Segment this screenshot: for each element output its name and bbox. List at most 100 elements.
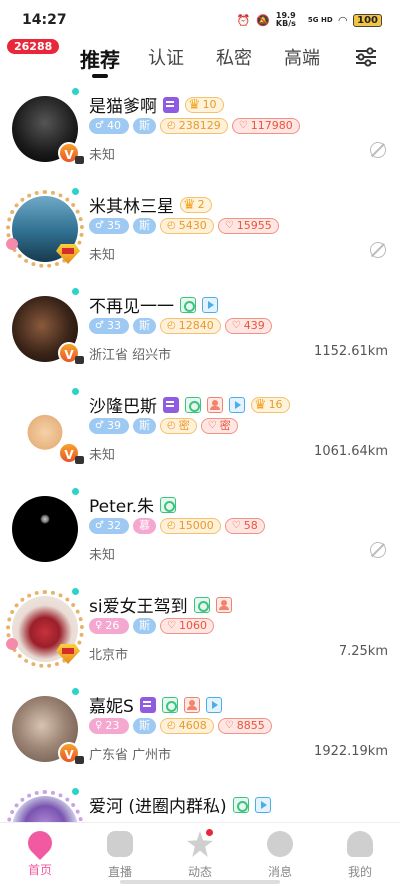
user-row[interactable]: Peter.朱 ♂ 32 慕 ◴ 15000 ♡ 58 未知 (0, 488, 400, 588)
sign-tag: 斯 (133, 618, 156, 634)
user-location: 浙江省 绍兴市 (89, 348, 172, 363)
user-location: 未知 (89, 448, 116, 463)
user-location: 北京市 (89, 648, 129, 663)
crown-level-badge: ♛ 10 (185, 96, 224, 113)
verified-face-icon (180, 296, 196, 313)
id-card-icon (163, 96, 179, 113)
sign-tag: 斯 (133, 218, 156, 234)
sign-tag: 斯 (133, 718, 156, 734)
avatar[interactable]: V (10, 394, 84, 464)
nav-home[interactable]: 首页 (5, 826, 75, 878)
avatar[interactable] (4, 590, 84, 668)
user-name: 爱河 (进圈内群私) (89, 797, 227, 817)
user-row[interactable]: 米其林三星 ♛ 2 ♂ 35 斯 ◴ 5430 ♡ 15955 未知 (0, 188, 400, 288)
male-icon: ♂ (95, 320, 104, 331)
online-dot-icon (72, 788, 79, 795)
charm-tag: ♡ 58 (224, 518, 265, 534)
user-distance: 7.25km (338, 644, 388, 659)
coin-icon: ◴ (167, 520, 176, 531)
crown-level-badge: ♛ 2 (180, 196, 212, 213)
alarm-icon: ⏰ (236, 13, 251, 27)
sign-tag: 斯 (133, 418, 156, 434)
user-name: Peter.朱 (89, 497, 155, 517)
status-icons: ⏰ 🔕 19.9 KB/s 5G HD ◠ 100 (237, 12, 382, 28)
notification-dot-icon (206, 829, 213, 836)
tab-premium[interactable]: 高端 (284, 44, 352, 73)
wealth-tag: ◴ 5430 (160, 218, 214, 234)
online-dot-icon (72, 88, 79, 95)
filter-sliders-icon[interactable] (354, 46, 378, 68)
person-icon (347, 831, 373, 857)
crown-icon: ♛ (183, 196, 196, 213)
flower-decoration-icon (4, 632, 20, 656)
sign-tag: 慕 (133, 518, 156, 534)
charm-tag: ♡ 1060 (160, 618, 214, 634)
location-hidden-icon (370, 142, 386, 158)
id-card-icon (139, 696, 156, 713)
vip-badge-icon: V (58, 442, 84, 464)
gesture-bar (120, 880, 280, 884)
age-tag: ♀ 26 (89, 618, 129, 634)
avatar[interactable] (4, 190, 84, 268)
user-row[interactable]: V 是猫爹啊 ♛ 10 ♂ 40 斯 ◴ 238129 ♡ 117980 未知 (0, 88, 400, 188)
wealth-tag: ◴ 15000 (160, 518, 221, 534)
coin-icon: ◴ (167, 420, 176, 431)
battery-indicator: 100 (353, 13, 382, 27)
tab-verified[interactable]: 认证 (148, 44, 216, 73)
user-distance: 1922.19km (314, 744, 388, 759)
coin-icon: ◴ (167, 220, 176, 231)
status-bar: 14:27 ⏰ 🔕 19.9 KB/s 5G HD ◠ 100 (0, 0, 400, 40)
sign-tag: 斯 (133, 118, 156, 134)
heart-icon: ♡ (224, 720, 234, 731)
avatar[interactable]: V (10, 694, 84, 764)
user-distance: 1061.64km (314, 444, 388, 459)
avatar[interactable] (10, 494, 80, 564)
age-tag: ♂ 40 (89, 118, 129, 134)
user-row[interactable]: V 沙隆巴斯 ♛ 16 ♂ 39 斯 ◴ 密 ♡ 密 未知 1061.64km (0, 388, 400, 488)
online-dot-icon (72, 188, 79, 195)
female-icon: ♀ (95, 620, 103, 631)
user-row[interactable]: V 嘉妮S ♀ 23 斯 ◴ 4608 ♡ 8855 广东省 广州市 1922.19k… (0, 688, 400, 788)
user-row[interactable]: si爱女王驾到 ♀ 26 斯 ♡ 1060 北京市 7.25km (0, 588, 400, 688)
tab-bar: 推荐 认证 私密 高端 (80, 44, 352, 78)
avatar[interactable]: V (10, 294, 84, 364)
crown-icon: ♛ (254, 396, 267, 413)
heart-icon: ♡ (231, 320, 241, 331)
person-verified-icon (207, 396, 223, 413)
unread-badge[interactable]: 26288 (6, 38, 61, 55)
nav-profile[interactable]: 我的 (325, 831, 395, 880)
online-dot-icon (72, 588, 79, 595)
online-dot-icon (72, 388, 79, 395)
bottom-nav: 首页 直播 动态 消息 我的 (0, 822, 400, 889)
net-speed: 19.9 KB/s (275, 11, 296, 28)
vip-badge-icon: V (58, 742, 84, 764)
nav-live[interactable]: 直播 (85, 831, 155, 880)
nav-messages[interactable]: 消息 (245, 831, 315, 880)
vip-badge-icon: V (58, 342, 84, 364)
tab-recommend[interactable]: 推荐 (80, 44, 148, 78)
nav-label: 消息 (267, 865, 292, 879)
user-location: 未知 (89, 148, 116, 163)
avatar[interactable]: V (10, 94, 84, 164)
user-name: 不再见一一 (89, 297, 174, 317)
nav-moments[interactable]: 动态 (165, 829, 235, 880)
age-tag: ♂ 35 (89, 218, 129, 234)
wealth-tag: ◴ 密 (160, 418, 197, 434)
male-icon: ♂ (95, 220, 104, 231)
male-icon: ♂ (95, 520, 104, 531)
verified-face-icon (160, 496, 177, 513)
user-location: 广东省 广州市 (89, 748, 172, 763)
age-tag: ♂ 39 (89, 418, 129, 434)
user-name: 嘉妮S (89, 697, 134, 717)
person-verified-icon (215, 596, 232, 613)
heart-icon: ♡ (167, 620, 176, 631)
crown-icon: ♛ (188, 96, 201, 113)
nav-label: 首页 (27, 863, 52, 877)
user-row[interactable]: V 不再见一一 ♂ 33 斯 ◴ 12840 ♡ 439 浙江省 绍兴市 1152.6… (0, 288, 400, 388)
charm-tag: ♡ 密 (200, 418, 238, 434)
online-dot-icon (72, 688, 79, 695)
tab-private[interactable]: 私密 (216, 44, 284, 73)
charm-tag: ♡ 117980 (231, 118, 300, 134)
online-dot-icon (72, 288, 79, 295)
wealth-tag: ◴ 238129 (160, 118, 228, 134)
